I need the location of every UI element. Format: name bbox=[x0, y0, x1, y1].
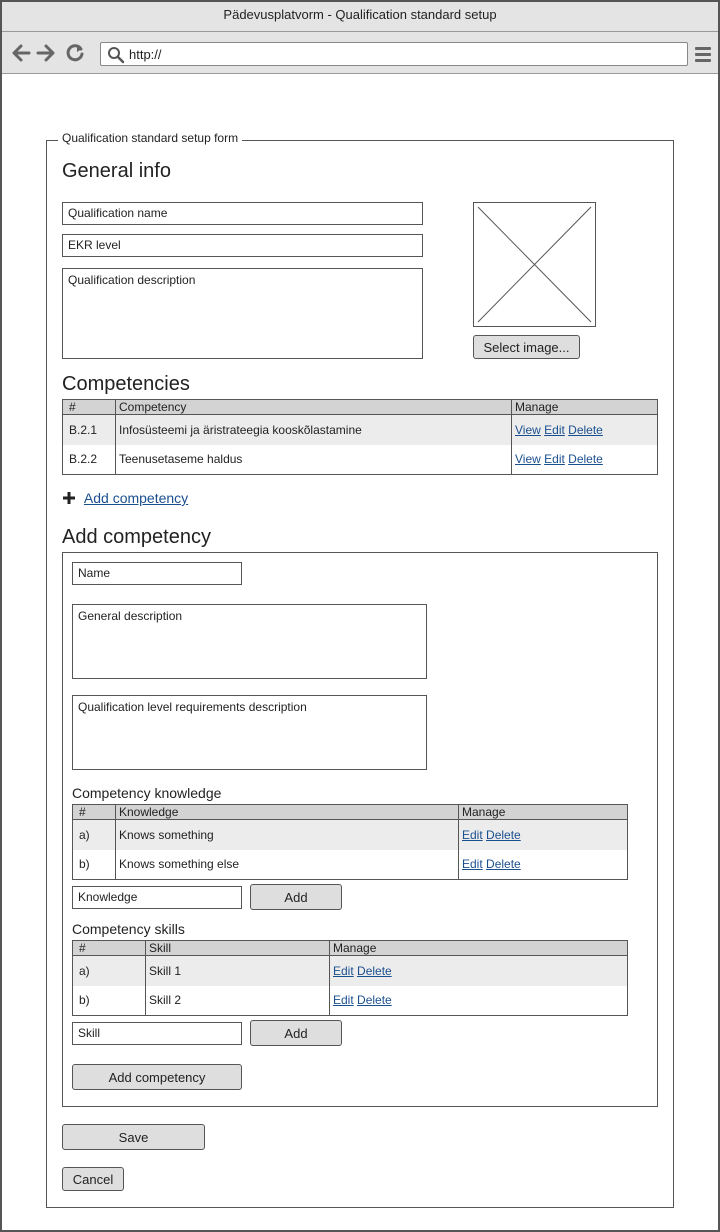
competencies-table: # Competency Manage B.2.1 Infosüsteemi j… bbox=[62, 399, 658, 475]
edit-link[interactable]: Edit bbox=[544, 423, 565, 437]
skill-input[interactable]: Skill bbox=[72, 1022, 242, 1045]
url-text: http:// bbox=[129, 47, 162, 62]
plus-icon bbox=[62, 491, 76, 508]
back-arrow-icon[interactable] bbox=[10, 42, 32, 64]
ekr-level-placeholder: EKR level bbox=[68, 238, 121, 252]
skill-name: Skill 1 bbox=[145, 955, 330, 986]
knowledge-input[interactable]: Knowledge bbox=[72, 886, 242, 909]
edit-link[interactable]: Edit bbox=[462, 857, 483, 871]
table-row: b) Skill 2 Edit Delete bbox=[72, 985, 628, 1016]
knowledge-id: b) bbox=[72, 849, 116, 880]
level-requirements-textarea[interactable]: Qualification level requirements descrip… bbox=[72, 695, 427, 770]
select-image-button[interactable]: Select image... bbox=[473, 335, 580, 359]
column-header: Skill bbox=[145, 940, 330, 956]
competencies-heading: Competencies bbox=[62, 373, 190, 395]
skill-id: a) bbox=[72, 955, 146, 986]
window-title: Pädevusplatvorm - Qualification standard… bbox=[2, 2, 718, 32]
delete-link[interactable]: Delete bbox=[568, 452, 603, 466]
competency-id: B.2.1 bbox=[62, 414, 116, 445]
skill-id: b) bbox=[72, 985, 146, 1016]
edit-link[interactable]: Edit bbox=[333, 993, 354, 1007]
hamburger-menu-icon[interactable] bbox=[694, 44, 712, 64]
delete-link[interactable]: Delete bbox=[357, 993, 392, 1007]
delete-link[interactable]: Delete bbox=[486, 857, 521, 871]
qualification-name-input[interactable]: Qualification name bbox=[62, 202, 423, 225]
knowledge-id: a) bbox=[72, 819, 116, 850]
manage-cell: Edit Delete bbox=[329, 985, 628, 1016]
edit-link[interactable]: Edit bbox=[544, 452, 565, 466]
manage-cell: Edit Delete bbox=[458, 849, 628, 880]
general-description-textarea[interactable]: General description bbox=[72, 604, 427, 679]
add-competency-link[interactable]: Add competency bbox=[84, 490, 188, 506]
reload-icon[interactable] bbox=[64, 42, 86, 64]
delete-link[interactable]: Delete bbox=[486, 828, 521, 842]
delete-link[interactable]: Delete bbox=[568, 423, 603, 437]
column-header: Knowledge bbox=[115, 804, 459, 820]
competency-name-input[interactable]: Name bbox=[72, 562, 242, 585]
view-link[interactable]: View bbox=[515, 452, 541, 466]
table-row: a) Knows something Edit Delete bbox=[72, 819, 628, 850]
search-icon bbox=[107, 46, 125, 64]
knowledge-name: Knows something bbox=[115, 819, 459, 850]
table-row: B.2.2 Teenusetaseme haldus View Edit Del… bbox=[62, 444, 658, 475]
add-competency-heading: Add competency bbox=[62, 526, 211, 548]
column-header: # bbox=[72, 940, 146, 956]
add-competency-button[interactable]: Add competency bbox=[72, 1064, 242, 1090]
competency-skills-heading: Competency skills bbox=[72, 921, 185, 937]
column-header: Manage bbox=[511, 399, 658, 415]
form-legend: Qualification standard setup form bbox=[58, 131, 243, 145]
address-bar[interactable]: http:// bbox=[100, 42, 688, 66]
manage-cell: Edit Delete bbox=[329, 955, 628, 986]
knowledge-placeholder: Knowledge bbox=[78, 890, 138, 904]
add-skill-button[interactable]: Add bbox=[250, 1020, 342, 1046]
column-header: Manage bbox=[458, 804, 628, 820]
image-placeholder bbox=[473, 202, 596, 327]
competency-name-placeholder: Name bbox=[78, 566, 111, 580]
manage-cell: View Edit Delete bbox=[511, 414, 658, 445]
knowledge-name: Knows something else bbox=[115, 849, 459, 880]
general-description-placeholder: General description bbox=[78, 609, 183, 623]
manage-cell: View Edit Delete bbox=[511, 444, 658, 475]
competency-name: Infosüsteemi ja äristrateegia kooskõlast… bbox=[115, 414, 512, 445]
column-header: Competency bbox=[115, 399, 512, 415]
qualification-name-placeholder: Qualification name bbox=[68, 206, 168, 220]
skill-placeholder: Skill bbox=[78, 1026, 101, 1040]
add-competency-link-row[interactable]: Add competency bbox=[62, 490, 188, 508]
competency-id: B.2.2 bbox=[62, 444, 116, 475]
skills-table: # Skill Manage a) Skill 1 Edit Delete b)… bbox=[72, 940, 628, 1016]
knowledge-table: # Knowledge Manage a) Knows something Ed… bbox=[72, 804, 628, 880]
cancel-button[interactable]: Cancel bbox=[62, 1167, 124, 1191]
forward-arrow-icon[interactable] bbox=[35, 42, 57, 64]
table-row: B.2.1 Infosüsteemi ja äristrateegia koos… bbox=[62, 414, 658, 445]
edit-link[interactable]: Edit bbox=[333, 964, 354, 978]
column-header: # bbox=[62, 399, 116, 415]
qualification-description-placeholder: Qualification description bbox=[68, 273, 196, 287]
general-info-heading: General info bbox=[62, 160, 171, 182]
browser-toolbar: http:// bbox=[2, 32, 718, 74]
competency-knowledge-heading: Competency knowledge bbox=[72, 785, 222, 801]
ekr-level-input[interactable]: EKR level bbox=[62, 234, 423, 257]
manage-cell: Edit Delete bbox=[458, 819, 628, 850]
save-button[interactable]: Save bbox=[62, 1124, 205, 1150]
qualification-description-textarea[interactable]: Qualification description bbox=[62, 268, 423, 359]
column-header: Manage bbox=[329, 940, 628, 956]
column-header: # bbox=[72, 804, 116, 820]
table-row: a) Skill 1 Edit Delete bbox=[72, 955, 628, 986]
view-link[interactable]: View bbox=[515, 423, 541, 437]
table-row: b) Knows something else Edit Delete bbox=[72, 849, 628, 880]
edit-link[interactable]: Edit bbox=[462, 828, 483, 842]
add-knowledge-button[interactable]: Add bbox=[250, 884, 342, 910]
competency-name: Teenusetaseme haldus bbox=[115, 444, 512, 475]
level-requirements-placeholder: Qualification level requirements descrip… bbox=[78, 700, 307, 714]
delete-link[interactable]: Delete bbox=[357, 964, 392, 978]
skill-name: Skill 2 bbox=[145, 985, 330, 1016]
